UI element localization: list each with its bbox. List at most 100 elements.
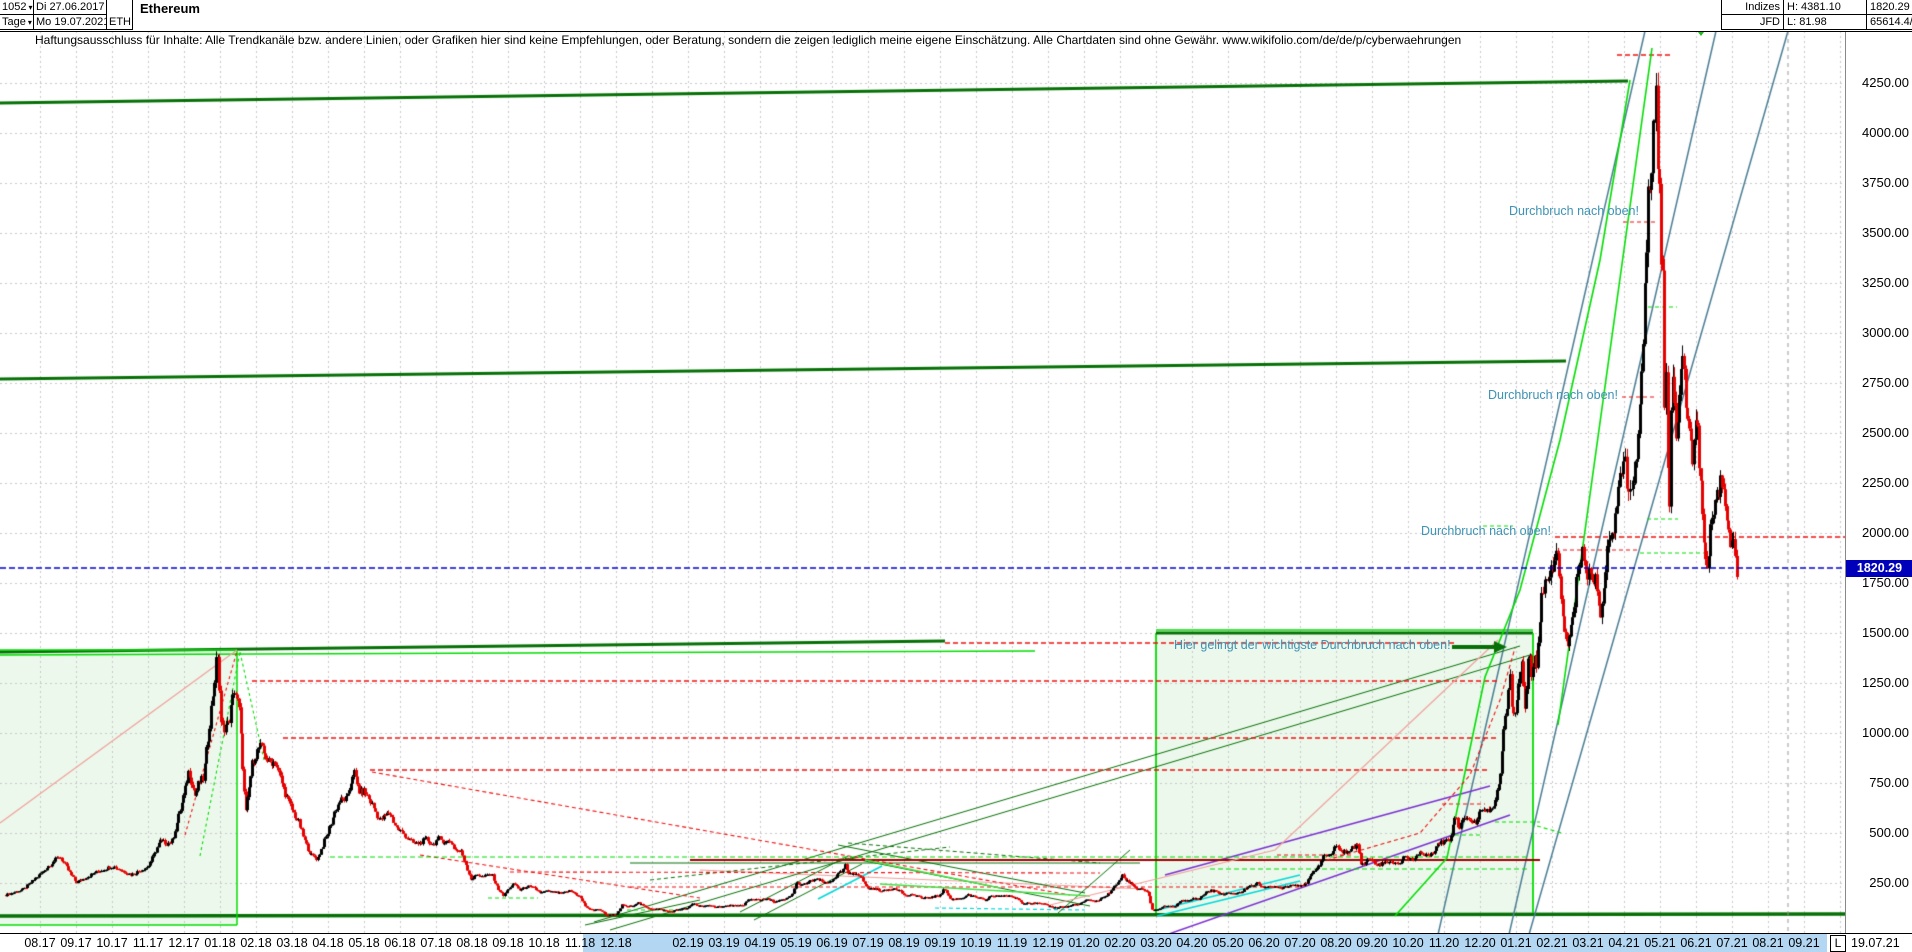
- time-axis-label: 08.18: [456, 936, 487, 950]
- first-date-cell[interactable]: Di 27.06.2017: [34, 0, 107, 15]
- price-axis-label: 1500.00: [1862, 625, 1909, 640]
- time-axis-label: 10.17: [96, 936, 127, 950]
- price-axis[interactable]: 1820.29 4250.004000.003750.003500.003250…: [1845, 31, 1912, 933]
- time-axis-label: 03.20: [1140, 936, 1171, 950]
- price-axis-label: 3750.00: [1862, 175, 1909, 190]
- last-value: 1820.29: [1866, 0, 1912, 15]
- time-axis-label: 02.21: [1536, 936, 1567, 950]
- annotation-breakout-1: Durchbruch nach oben!: [1509, 204, 1639, 218]
- last-date-cell[interactable]: Mo 19.07.2021: [34, 15, 107, 30]
- time-axis-label: 07.21: [1716, 936, 1747, 950]
- time-axis-label: 10.19: [960, 936, 991, 950]
- price-axis-label: 4250.00: [1862, 75, 1909, 90]
- time-axis-label: 06.21: [1680, 936, 1711, 950]
- chevron-down-icon: ▾: [28, 3, 32, 12]
- time-axis-label: 11.17: [133, 936, 163, 950]
- time-axis-label: 06.20: [1248, 936, 1279, 950]
- annotation-breakout-3: Durchbruch nach oben!: [1421, 524, 1551, 538]
- time-axis-label: 01.20: [1068, 936, 1099, 950]
- time-axis-label: 02.20: [1104, 936, 1135, 950]
- time-axis-label: 05.20: [1212, 936, 1243, 950]
- annotation-breakout-2: Durchbruch nach oben!: [1488, 388, 1618, 402]
- time-axis-label: 11.20: [1429, 936, 1459, 950]
- time-axis-label: 05.19: [780, 936, 811, 950]
- time-axis-label: 08.20: [1320, 936, 1351, 950]
- price-axis-label: 250.00: [1869, 875, 1909, 890]
- extra-value: 65614.4/1: [1866, 15, 1912, 30]
- time-axis-label: 04.21: [1608, 936, 1639, 950]
- time-axis-label: 12.17: [168, 936, 199, 950]
- time-axis-label: 07.20: [1284, 936, 1315, 950]
- time-axis-label: 03.21: [1572, 936, 1603, 950]
- last-bar-badge: L: [1830, 935, 1846, 952]
- time-axis-label: 12.19: [1032, 936, 1063, 950]
- time-axis-label: 06.19: [816, 936, 847, 950]
- price-axis-label: 500.00: [1869, 825, 1909, 840]
- time-axis-label: 05.21: [1644, 936, 1675, 950]
- first-date-value: Di 27.06.2017: [36, 1, 105, 13]
- bars-count-value: 1052: [2, 1, 26, 13]
- time-axis-label: 08.17: [24, 936, 55, 950]
- header-right-cells: Indizes H: 4381.10 1820.29 JFD L: 81.98 …: [1721, 0, 1912, 30]
- time-axis-label: 03.18: [276, 936, 307, 950]
- high-value: H: 4381.10: [1783, 0, 1866, 15]
- time-axis-label: 01.18: [204, 936, 235, 950]
- header-spacer: [107, 0, 133, 15]
- time-axis[interactable]: L 19.07.21 08.17 09.17 10.17 11.17 12.17 01.1…: [0, 933, 1912, 952]
- time-axis-label: 02.19: [672, 936, 703, 950]
- disclaimer-text: Haftungsausschluss für Inhalte: Alle Tre…: [35, 33, 1461, 47]
- symbol-value: ETH: [109, 16, 131, 28]
- time-axis-label: 04.19: [744, 936, 775, 950]
- time-axis-label: 08.19: [888, 936, 919, 950]
- time-axis-label: 06.18: [384, 936, 415, 950]
- taipan-chart-window: 1052 ▾ Di 27.06.2017 Tage ▾ Mo 19.07.202…: [0, 0, 1912, 952]
- price-axis-label: 2750.00: [1862, 375, 1909, 390]
- price-axis-label: 4000.00: [1862, 125, 1909, 140]
- price-axis-label: 3000.00: [1862, 325, 1909, 340]
- low-value: L: 81.98: [1783, 15, 1866, 30]
- period-value: Tage: [2, 16, 26, 28]
- time-axis-label: 11.18: [565, 936, 595, 950]
- price-axis-label: 1000.00: [1862, 725, 1909, 740]
- candlestick-chart-canvas[interactable]: [0, 0, 1845, 933]
- last-date-value: Mo 19.07.2021: [36, 16, 107, 28]
- time-axis-label: 03.19: [708, 936, 739, 950]
- time-axis-label: 09.19: [924, 936, 955, 950]
- chevron-down-icon: ▾: [28, 18, 32, 27]
- price-axis-label: 1250.00: [1862, 675, 1909, 690]
- price-axis-label: 750.00: [1869, 775, 1909, 790]
- period-dropdown[interactable]: Tage ▾: [0, 15, 34, 30]
- time-axis-label: 10.18: [528, 936, 559, 950]
- time-axis-label: 04.18: [312, 936, 343, 950]
- bars-count-dropdown[interactable]: 1052 ▾: [0, 0, 34, 15]
- time-axis-label: 09.17: [60, 936, 91, 950]
- price-axis-label: 2000.00: [1862, 525, 1909, 540]
- price-axis-label: 2500.00: [1862, 425, 1909, 440]
- time-axis-label: 09.20: [1356, 936, 1387, 950]
- price-axis-label: 3500.00: [1862, 225, 1909, 240]
- time-axis-label: 12.20: [1464, 936, 1495, 950]
- time-axis-label: 09.21: [1788, 936, 1819, 950]
- price-axis-label: 1750.00: [1862, 575, 1909, 590]
- time-axis-label: 04.20: [1176, 936, 1207, 950]
- annotation-major-breakout: Hier gelingt der wichtigste Durchbruch n…: [1174, 638, 1451, 652]
- time-axis-label: 02.18: [240, 936, 271, 950]
- chart-title: Ethereum: [140, 1, 200, 16]
- title-bar: 1052 ▾ Di 27.06.2017 Tage ▾ Mo 19.07.202…: [0, 0, 1912, 32]
- last-bar-date: 19.07.21: [1851, 936, 1900, 950]
- time-axis-label: 07.18: [420, 936, 451, 950]
- time-axis-label: 10.20: [1392, 936, 1423, 950]
- index-group-label: Indizes: [1721, 0, 1783, 15]
- time-axis-label: 08.21: [1752, 936, 1783, 950]
- header-left-cells: 1052 ▾ Di 27.06.2017 Tage ▾ Mo 19.07.202…: [0, 0, 133, 30]
- price-axis-label: 3250.00: [1862, 275, 1909, 290]
- time-axis-label: 01.21: [1500, 936, 1531, 950]
- price-axis-label: 2250.00: [1862, 475, 1909, 490]
- time-axis-label: 05.18: [348, 936, 379, 950]
- time-axis-label: 11.19: [997, 936, 1027, 950]
- symbol-cell: ETH: [107, 15, 133, 30]
- time-axis-label: 07.19: [852, 936, 883, 950]
- feed-label: JFD: [1721, 15, 1783, 30]
- time-axis-label: 12.18: [600, 936, 631, 950]
- time-axis-label: 09.18: [492, 936, 523, 950]
